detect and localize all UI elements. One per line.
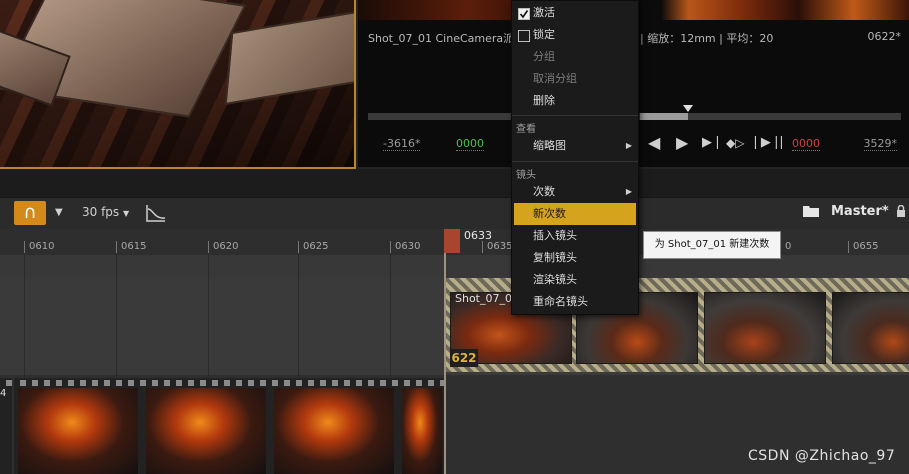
menu-item-delete[interactable]: 删除 [514,90,636,112]
menu-item-takes[interactable]: 次数 ▶ [514,181,636,203]
menu-separator [512,115,638,116]
checkbox-unchecked-icon[interactable] [518,30,530,42]
tooltip: 为 Shot_07_01 新建次数 [643,231,781,259]
menu-item-label: 插入镜头 [533,229,577,242]
shot-thumbnail [704,292,826,364]
menu-item-lock[interactable]: 锁定 [514,24,636,46]
lens-info: | 缩放：12mm | 平均：20 [640,32,774,45]
context-menu: 激活 锁定 分组 取消分组 删除 查看 缩略图 ▶ 镜头 次数 ▶ 新次数 插入… [511,0,639,315]
end-time-field[interactable]: 3529* [863,137,897,151]
film-frame [18,388,138,474]
menu-item-render-shot[interactable]: 渲染镜头 [514,269,636,291]
folder-icon[interactable] [803,205,819,217]
scrub-range [640,113,688,120]
shot-frame-badge: 622 [450,349,478,367]
menu-item-label: 重命名镜头 [533,295,588,308]
scrub-handle[interactable] [683,105,693,112]
fps-select[interactable]: 30 fps ▼ [82,205,129,219]
ruler-tick: 0615 [116,241,146,253]
viewport-left[interactable] [0,0,356,169]
menu-item-label: 复制镜头 [533,251,577,264]
film-strip[interactable] [14,378,444,474]
chevron-down-icon[interactable]: ▼ [55,203,63,223]
menu-item-label: 分组 [533,50,555,63]
shot-camera-info: Shot_07_01 CineCamera派 [368,32,515,45]
menu-item-ungroup[interactable]: 取消分组 [514,68,636,90]
film-label: 4 [0,388,7,399]
film-holes [14,380,444,386]
playhead-handle[interactable] [444,229,460,253]
menu-section-view: 查看 [516,124,536,135]
step-forward-icon[interactable]: ▶❘ [702,134,723,152]
ruler-tick: 0630 [390,241,420,253]
out-time-field[interactable]: 0000 [792,137,820,151]
menu-item-label: 缩略图 [533,139,566,152]
menu-section-shot: 镜头 [516,170,536,181]
menu-item-label: 渲染镜头 [533,273,577,286]
start-time-field[interactable]: -3616* [383,137,421,151]
film-frame [146,388,266,474]
lock-icon[interactable] [896,205,906,217]
menu-item-label: 取消分组 [533,72,577,85]
reverse-play-icon[interactable]: ◀ [648,134,660,152]
playhead-line [444,253,446,474]
ruler-tick: 0625 [298,241,328,253]
shot-label: Shot_07_0 [455,292,512,305]
shot-thumbnail [832,292,909,364]
ruler-tick: 0610 [24,241,54,253]
loop-icon[interactable]: ❘ [776,134,787,152]
menu-item-group[interactable]: 分组 [514,46,636,68]
sequencer-toolbar [0,197,909,230]
film-holes [0,380,12,386]
fps-value: 30 fps [82,205,120,219]
menu-separator [512,161,638,162]
play-icon[interactable]: ▶ [676,134,688,152]
menu-item-label: 次数 [533,185,555,198]
ruler-tick: 0620 [208,241,238,253]
sequence-name: Master* [831,204,889,219]
magnet-icon[interactable]: ∩ [14,201,46,225]
menu-item-duplicate-shot[interactable]: 复制镜头 [514,247,636,269]
chevron-right-icon: ▶ [625,141,632,150]
chevron-right-icon: ▶ [625,187,632,196]
menu-item-thumbnail[interactable]: 缩略图 ▶ [514,135,636,157]
menu-item-new-take[interactable]: 新次数 [514,203,636,225]
menu-item-label: 激活 [533,6,555,19]
checkbox-checked-icon[interactable] [518,8,530,20]
in-time-field[interactable]: 0000 [456,137,484,151]
playhead-frame: 0633 [464,229,492,242]
ruler-tick: 0 [780,241,791,253]
menu-item-activate[interactable]: 激活 [514,2,636,24]
panel-separator [0,169,909,197]
current-frame-info: 0622* [867,30,902,43]
watermark: CSDN @Zhichao_97 [748,448,896,464]
curve-editor-icon[interactable] [145,203,167,223]
menu-item-insert-shot[interactable]: 插入镜头 [514,225,636,247]
key-nav-icon[interactable]: ◆▷ [726,134,744,152]
menu-item-label: 新次数 [533,207,566,220]
scene-metal-plate [224,8,354,106]
ruler-tick: 0655 [848,241,878,253]
menu-item-rename-shot[interactable]: 重命名镜头 [514,291,636,313]
menu-item-label: 锁定 [533,28,555,41]
film-frame [402,388,442,474]
film-frame [274,388,394,474]
ruler-tick: 0635 [482,241,512,253]
menu-item-label: 删除 [533,94,555,107]
chevron-down-icon: ▼ [123,209,130,218]
